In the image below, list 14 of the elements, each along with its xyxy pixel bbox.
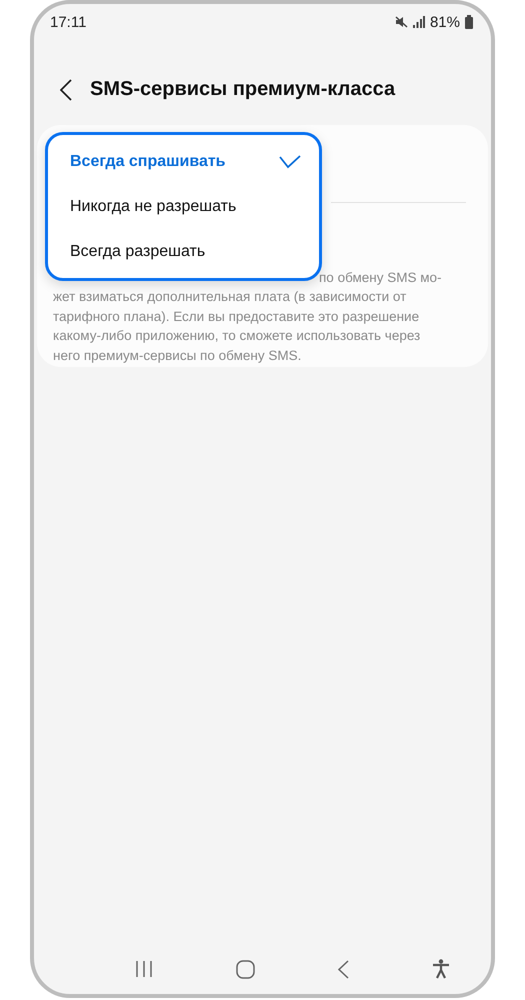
recent-apps-icon[interactable] (135, 960, 154, 978)
page-title: SMS-сервисы премиум-класса (90, 78, 396, 101)
mute-icon (394, 16, 408, 28)
accessibility-icon[interactable] (432, 959, 450, 979)
check-icon (279, 154, 301, 168)
back-nav-icon[interactable] (338, 960, 349, 978)
battery-icon (465, 15, 473, 29)
menu-option[interactable]: Никогда не разрешать (48, 184, 319, 228)
signal-icon (412, 16, 425, 28)
home-icon[interactable] (236, 960, 256, 978)
battery-percent: 81% (430, 14, 460, 30)
back-button[interactable] (60, 78, 72, 100)
status-time: 17:11 (50, 14, 86, 30)
menu-option[interactable]: Всегда спрашивать (48, 140, 319, 184)
